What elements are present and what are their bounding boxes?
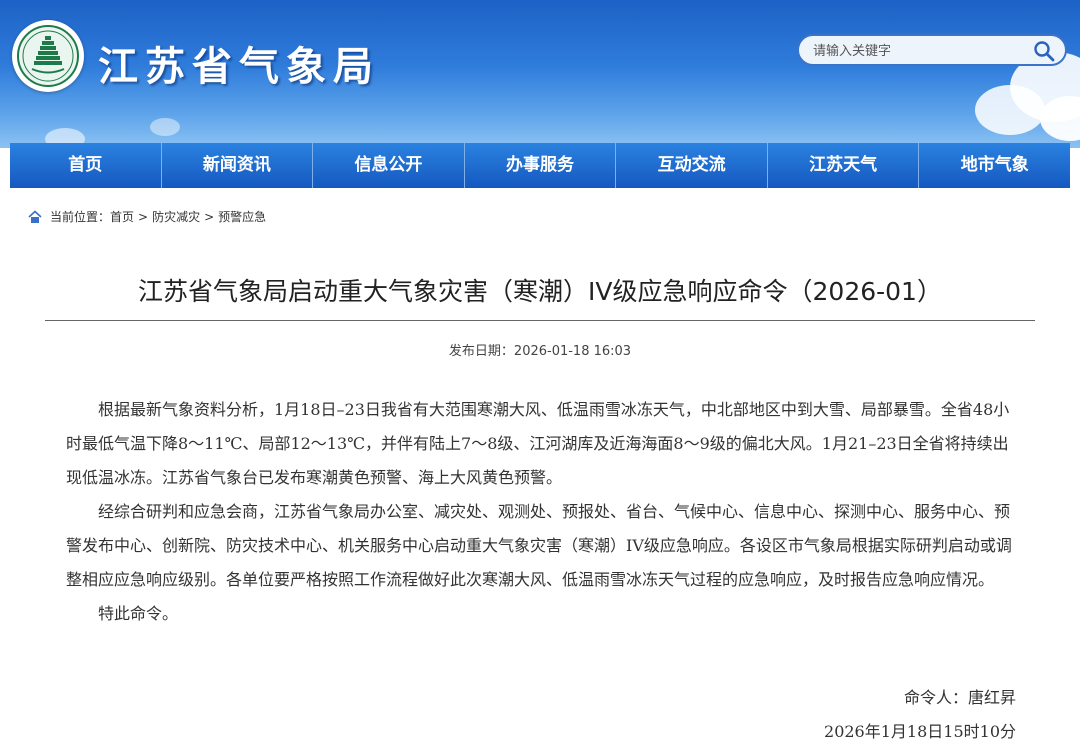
breadcrumb-prefix: 当前位置： <box>50 210 111 224</box>
nav-services[interactable]: 办事服务 <box>465 143 617 188</box>
article-body: 根据最新气象资料分析，1月18日–23日我省有大范围寒潮大风、低温雨雪冰冻天气，… <box>66 393 1016 631</box>
publish-date-value: 2026-01-18 16:03 <box>513 344 632 359</box>
cloud-decoration <box>150 118 180 136</box>
nav-home[interactable]: 首页 <box>10 143 162 188</box>
home-icon <box>28 209 42 223</box>
signer-line: 命令人：唐红昇 <box>0 684 1016 708</box>
publish-date-label: 发布日期： <box>448 344 514 359</box>
search-box <box>797 34 1067 66</box>
breadcrumb-home-link[interactable]: 首页 <box>110 208 134 225</box>
nav-interaction[interactable]: 互动交流 <box>616 143 768 188</box>
breadcrumb-separator: > <box>204 209 215 224</box>
breadcrumb-disaster-link[interactable]: 防灾减灾 <box>152 208 200 225</box>
publish-date: 发布日期：2026-01-18 16:03 <box>0 340 1080 359</box>
main-nav: 首页 新闻资讯 信息公开 办事服务 互动交流 江苏天气 地市气象 <box>10 143 1070 188</box>
breadcrumb-warning-link[interactable]: 预警应急 <box>218 208 266 225</box>
cma-logo[interactable] <box>12 20 84 92</box>
article-title: 江苏省气象局启动重大气象灾害（寒潮）IV级应急响应命令（2026-01） <box>138 277 942 306</box>
article-paragraph: 根据最新气象资料分析，1月18日–23日我省有大范围寒潮大风、低温雨雪冰冻天气，… <box>66 400 1010 487</box>
breadcrumb-separator: > <box>138 209 149 224</box>
nav-city-weather[interactable]: 地市气象 <box>919 143 1070 188</box>
signer-name: 唐红昇 <box>967 688 1016 707</box>
sign-date: 2026年1月18日15时10分 <box>824 722 1016 741</box>
nav-info-disclosure[interactable]: 信息公开 <box>313 143 465 188</box>
article-paragraph: 经综合研判和应急会商，江苏省气象局办公室、减灾处、观测处、预报处、省台、气候中心… <box>66 502 1012 589</box>
title-divider <box>45 320 1035 321</box>
pagoda-emblem-icon <box>22 30 74 82</box>
site-header: 江苏省气象局 <box>0 0 1080 148</box>
nav-news[interactable]: 新闻资讯 <box>162 143 314 188</box>
nav-jiangsu-weather[interactable]: 江苏天气 <box>768 143 920 188</box>
cloud-decoration <box>975 85 1045 135</box>
search-input[interactable] <box>811 40 1030 62</box>
article-paragraph: 特此命令。 <box>98 604 179 623</box>
breadcrumb: 当前位置： 首页 > 防灾减灾 > 预警应急 <box>28 208 266 225</box>
search-icon[interactable] <box>1033 40 1055 62</box>
site-title: 江苏省气象局 <box>98 44 380 90</box>
signer-label: 命令人： <box>903 688 968 707</box>
